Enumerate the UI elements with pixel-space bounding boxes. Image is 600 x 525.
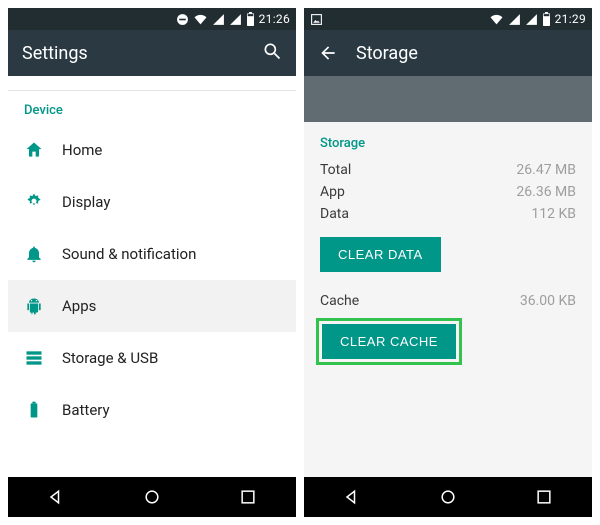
- search-icon[interactable]: [262, 41, 282, 66]
- wifi-icon: [489, 13, 504, 26]
- android-icon: [24, 296, 62, 316]
- settings-item-label: Display: [62, 193, 110, 211]
- dnd-icon: [176, 13, 189, 26]
- storage-row-cache: Cache 36.00 KB: [304, 290, 592, 312]
- settings-item-label: Home: [62, 141, 102, 159]
- screenshot-settings: 21:26 Settings Device Home Displ: [8, 8, 296, 517]
- storage-value: 36.00 KB: [520, 293, 576, 309]
- app-bar: Settings: [8, 30, 296, 76]
- wifi-icon: [193, 13, 208, 26]
- storage-row-total: Total 26.47 MB: [304, 159, 592, 181]
- settings-item-display[interactable]: Display: [8, 176, 296, 228]
- section-header-storage: Storage: [304, 122, 592, 159]
- storage-icon: [24, 348, 62, 368]
- home-nav-icon[interactable]: [438, 487, 458, 507]
- brightness-icon: [24, 192, 62, 212]
- back-nav-icon[interactable]: [46, 487, 66, 507]
- storage-key: Total: [320, 162, 516, 178]
- screenshot-storage: 21:29 Storage Storage Total 26.47 MB App…: [304, 8, 592, 517]
- battery-icon: [542, 12, 551, 26]
- storage-value: 26.36 MB: [516, 184, 576, 200]
- home-icon: [24, 140, 62, 160]
- bell-icon: [24, 244, 62, 264]
- storage-row-app: App 26.36 MB: [304, 181, 592, 203]
- status-time: 21:26: [259, 12, 290, 26]
- page-title: Settings: [22, 43, 244, 64]
- cell-signal-icon: [525, 13, 538, 26]
- page-title: Storage: [356, 43, 578, 64]
- storage-key: App: [320, 184, 516, 200]
- app-bar: Storage: [304, 30, 592, 76]
- settings-item-label: Sound & notification: [62, 245, 196, 263]
- home-nav-icon[interactable]: [142, 487, 162, 507]
- recents-nav-icon[interactable]: [238, 487, 258, 507]
- settings-item-sound[interactable]: Sound & notification: [8, 228, 296, 280]
- settings-item-battery[interactable]: Battery: [8, 384, 296, 436]
- status-bar: 21:26: [8, 8, 296, 30]
- image-notification-icon: [310, 13, 323, 26]
- battery-icon: [24, 400, 62, 420]
- settings-list: Device Home Display Sound & notification: [8, 76, 296, 477]
- settings-item-label: Storage & USB: [62, 349, 158, 367]
- highlight-annotation: CLEAR CACHE: [316, 318, 462, 365]
- cell-signal-icon: [508, 13, 521, 26]
- back-icon[interactable]: [318, 43, 338, 63]
- navigation-bar: [304, 477, 592, 517]
- recents-nav-icon[interactable]: [534, 487, 554, 507]
- storage-panel: Storage Total 26.47 MB App 26.36 MB Data…: [304, 122, 592, 477]
- settings-item-storage[interactable]: Storage & USB: [8, 332, 296, 384]
- cell-signal-icon: [212, 13, 225, 26]
- settings-item-home[interactable]: Home: [8, 124, 296, 176]
- settings-item-label: Apps: [62, 297, 96, 315]
- back-nav-icon[interactable]: [342, 487, 362, 507]
- storage-key: Data: [320, 206, 531, 222]
- status-bar: 21:29: [304, 8, 592, 30]
- settings-item-label: Battery: [62, 401, 110, 419]
- battery-icon: [246, 12, 255, 26]
- header-band: [304, 76, 592, 122]
- storage-key: Cache: [320, 293, 520, 309]
- cell-signal-icon: [229, 13, 242, 26]
- storage-row-data: Data 112 KB: [304, 203, 592, 225]
- settings-item-apps[interactable]: Apps: [8, 280, 296, 332]
- status-time: 21:29: [555, 12, 586, 26]
- clear-cache-button[interactable]: CLEAR CACHE: [322, 324, 456, 359]
- clear-data-button[interactable]: CLEAR DATA: [320, 237, 441, 272]
- storage-value: 112 KB: [531, 206, 576, 222]
- navigation-bar: [8, 477, 296, 517]
- storage-value: 26.47 MB: [516, 162, 576, 178]
- section-header-device: Device: [8, 91, 296, 124]
